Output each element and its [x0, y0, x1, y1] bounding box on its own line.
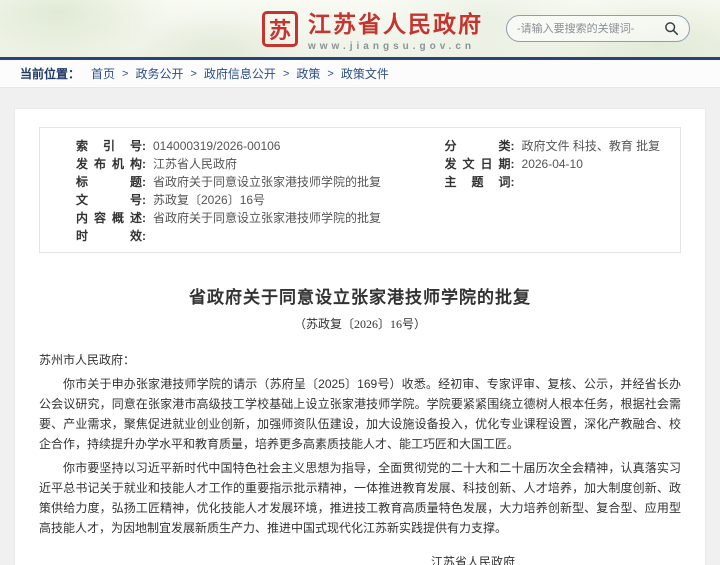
meta-row-validity: 时效: [76, 227, 421, 245]
page-body: 索引号:014000319/2026-00106 发布机构:江苏省人民政府 标题… [0, 88, 720, 565]
site-url: www.jiangsu.gov.cn [308, 41, 483, 52]
meta-row-summary: 内容概述:省政府关于同意设立张家港技师学院的批复 [76, 209, 421, 227]
meta-row-keywords: 主题词: [445, 173, 670, 191]
document-article: 省政府关于同意设立张家港技师学院的批复 （苏政复〔2026〕16号） 苏州市人民… [39, 283, 681, 565]
signature-org: 江苏省人民政府 [431, 551, 515, 565]
breadcrumb-item-xinxi[interactable]: 政府信息公开 [204, 65, 276, 82]
breadcrumb-item-zhengce[interactable]: 政策 [296, 65, 320, 82]
breadcrumb: 当前位置： 首页 > 政务公开 > 政府信息公开 > 政策 > 政策文件 [0, 60, 720, 88]
doc-number: （苏政复〔2026〕16号） [39, 315, 681, 332]
breadcrumb-item-home[interactable]: 首页 [91, 65, 115, 82]
meta-row-index-no: 索引号:014000319/2026-00106 [76, 137, 421, 155]
logo-text: 江苏省人民政府 www.jiangsu.gov.cn [308, 5, 483, 52]
meta-column-right: 分类:政府文件 科技、教育 批复 发文日期:2026-04-10 主题词: [421, 137, 670, 245]
site-seal-icon: 苏 [262, 11, 298, 47]
breadcrumb-label: 当前位置： [20, 65, 80, 82]
breadcrumb-item-wenjian[interactable]: 政策文件 [341, 65, 389, 82]
doc-paragraph-2: 你市要坚持以习近平新时代中国特色社会主义思想为指导，全面贯彻党的二十大和二十届历… [39, 458, 681, 538]
search-input[interactable] [517, 23, 664, 35]
meta-row-category: 分类:政府文件 科技、教育 批复 [445, 137, 670, 155]
site-logo[interactable]: 苏 江苏省人民政府 www.jiangsu.gov.cn [262, 5, 483, 52]
doc-salutation: 苏州市人民政府： [39, 350, 681, 370]
doc-title: 省政府关于同意设立张家港技师学院的批复 [39, 283, 681, 308]
breadcrumb-separator: > [190, 68, 196, 80]
site-name: 江苏省人民政府 [308, 5, 483, 39]
doc-signature: 江苏省人民政府 2026年4月10日 [39, 551, 681, 565]
meta-row-issuer: 发布机构:江苏省人民政府 [76, 155, 421, 173]
breadcrumb-separator: > [327, 68, 333, 80]
document-card: 索引号:014000319/2026-00106 发布机构:江苏省人民政府 标题… [14, 108, 706, 565]
doc-paragraph-1: 你市关于申办张家港技师学院的请示（苏府呈〔2025〕169号）收悉。经初审、专家… [39, 374, 681, 454]
search-box[interactable] [506, 15, 690, 42]
meta-row-doc-no: 文号:苏政复〔2026〕16号 [76, 191, 421, 209]
signature-block: 江苏省人民政府 2026年4月10日 [431, 551, 515, 565]
doc-body: 苏州市人民政府： 你市关于申办张家港技师学院的请示（苏府呈〔2025〕169号）… [39, 350, 681, 565]
meta-table: 索引号:014000319/2026-00106 发布机构:江苏省人民政府 标题… [39, 127, 681, 253]
breadcrumb-separator: > [283, 68, 289, 80]
breadcrumb-separator: > [122, 68, 128, 80]
meta-row-title: 标题:省政府关于同意设立张家港技师学院的批复 [76, 173, 421, 191]
seal-glyph: 苏 [269, 13, 291, 45]
meta-column-left: 索引号:014000319/2026-00106 发布机构:江苏省人民政府 标题… [76, 137, 421, 245]
meta-row-issue-date: 发文日期:2026-04-10 [445, 155, 670, 173]
search-icon[interactable] [664, 21, 679, 36]
site-header: 苏 江苏省人民政府 www.jiangsu.gov.cn [0, 0, 720, 57]
breadcrumb-item-zhengwu[interactable]: 政务公开 [135, 65, 183, 82]
